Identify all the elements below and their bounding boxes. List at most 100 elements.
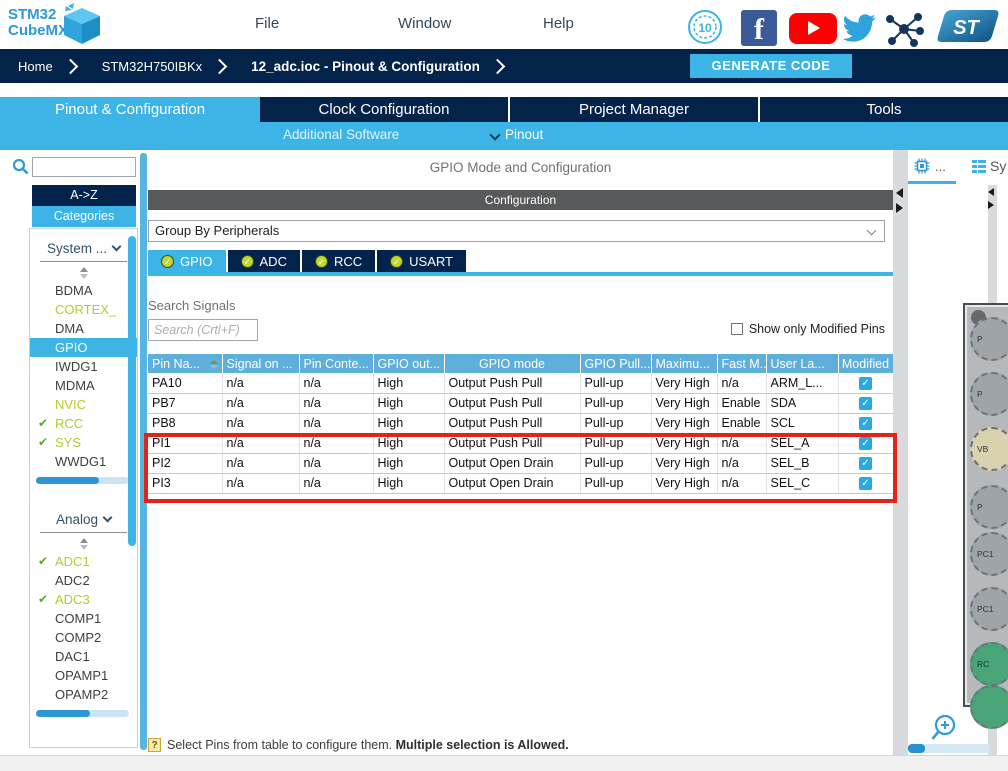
modified-checkbox[interactable] — [859, 437, 872, 450]
group-by-dropdown[interactable]: Group By Peripherals — [148, 220, 885, 242]
chevron-down-icon — [867, 226, 877, 236]
sidebar-item-opamp2[interactable]: OPAMP2 — [30, 685, 137, 704]
sidebar-item-rcc[interactable]: RCC — [30, 414, 137, 433]
mcu-pin[interactable] — [970, 685, 1008, 729]
category-header-system[interactable]: System ... — [30, 241, 137, 256]
col-fast-mode[interactable]: Fast M... — [717, 354, 766, 373]
sidebar-item-cortex[interactable]: CORTEX_ — [30, 300, 137, 319]
table-row-pi1[interactable]: PI1n/a n/aHigh Output Push PullPull-up V… — [148, 433, 893, 453]
col-signal-on-pin[interactable]: Signal on ... — [222, 354, 299, 373]
vertical-scrollbar[interactable] — [140, 153, 147, 750]
modified-checkbox[interactable] — [859, 457, 872, 470]
category-header-analog[interactable]: Analog — [30, 512, 137, 527]
signals-search-input[interactable] — [148, 319, 258, 341]
st-logo-icon[interactable]: ST — [936, 8, 1000, 44]
sort-toggle-icon[interactable] — [30, 265, 137, 281]
horizontal-scrollbar[interactable] — [36, 477, 129, 484]
horizontal-scrollbar[interactable] — [908, 744, 990, 753]
sidebar-item-adc3[interactable]: ADC3 — [30, 590, 137, 609]
vertical-scrollbar[interactable] — [128, 236, 136, 546]
peripheral-tab-gpio[interactable]: GPIO — [148, 250, 226, 272]
table-row-pi2[interactable]: PI2n/a n/aHigh Output Open DrainPull-up … — [148, 453, 893, 473]
sidebar-item-comp2[interactable]: COMP2 — [30, 628, 137, 647]
table-row-pb8[interactable]: PB8n/a n/aHigh Output Push PullPull-up V… — [148, 413, 893, 433]
twitter-icon[interactable] — [838, 10, 880, 46]
menu-help[interactable]: Help — [543, 15, 574, 32]
mcu-package-partial[interactable]: P P VB P PC1 PC1 RC — [963, 303, 1008, 707]
sidebar-item-sys[interactable]: SYS — [30, 433, 137, 452]
col-pin-name[interactable]: Pin Na... — [148, 354, 222, 373]
check-circle-icon — [241, 255, 254, 268]
sidebar-item-iwdg1[interactable]: IWDG1 — [30, 357, 137, 376]
mcu-pin[interactable]: P — [970, 485, 1008, 529]
pinout-view-tab-label: ... — [935, 159, 946, 174]
breadcrumb-project[interactable]: 12_adc.ioc - Pinout & Configuration — [233, 59, 490, 74]
col-gpio-mode[interactable]: GPIO mode — [444, 354, 580, 373]
show-modified-checkbox[interactable] — [731, 323, 743, 335]
col-pin-context[interactable]: Pin Conte... — [299, 354, 373, 373]
sidebar-item-comp1[interactable]: COMP1 — [30, 609, 137, 628]
sidebar-item-opamp1[interactable]: OPAMP1 — [30, 666, 137, 685]
col-gpio-output[interactable]: GPIO out... — [373, 354, 444, 373]
col-user-label[interactable]: User La... — [766, 354, 838, 373]
breadcrumb-mcu[interactable]: STM32H750IBKx — [84, 59, 212, 74]
cube-logo-icon — [58, 2, 104, 46]
mcu-pin[interactable]: PC1 — [970, 587, 1008, 631]
zoom-in-icon[interactable] — [928, 713, 958, 743]
peripheral-tab-adc[interactable]: ADC — [228, 250, 300, 272]
mcu-pin[interactable]: RC — [970, 642, 1008, 686]
collapse-right-icon[interactable] — [896, 203, 903, 213]
sort-toggle-icon[interactable] — [30, 536, 137, 552]
sidebar-item-adc2[interactable]: ADC2 — [30, 571, 137, 590]
sidebar-item-wwdg1[interactable]: WWDG1 — [30, 452, 137, 471]
modified-checkbox[interactable] — [859, 397, 872, 410]
tab-pinout-configuration[interactable]: Pinout & Configuration — [0, 97, 260, 122]
mcu-pin[interactable]: P — [970, 372, 1008, 416]
table-row-pa10[interactable]: PA10n/a n/aHigh Output Push PullPull-up … — [148, 373, 893, 393]
community-network-icon[interactable] — [884, 11, 924, 47]
collapse-left-icon[interactable] — [896, 188, 903, 198]
breadcrumb-home[interactable]: Home — [0, 59, 63, 74]
horizontal-scrollbar[interactable] — [36, 710, 129, 717]
collapse-left-icon[interactable] — [988, 188, 994, 196]
col-gpio-pull[interactable]: GPIO Pull... — [580, 354, 651, 373]
table-row-pb7[interactable]: PB7n/a n/aHigh Output Push PullPull-up V… — [148, 393, 893, 413]
mcu-pin[interactable]: PC1 — [970, 532, 1008, 576]
menu-file[interactable]: File — [255, 15, 279, 32]
panel-splitter[interactable] — [893, 150, 908, 755]
sidebar-item-nvic[interactable]: NVIC — [30, 395, 137, 414]
facebook-icon[interactable]: f — [741, 10, 777, 46]
youtube-icon[interactable] — [789, 13, 837, 44]
pinout-dropdown[interactable]: Pinout — [505, 127, 543, 142]
additional-software-link[interactable]: Additional Software — [283, 127, 399, 142]
sidebar-item-adc1[interactable]: ADC1 — [30, 552, 137, 571]
sidebar-tab-categories[interactable]: Categories — [32, 206, 136, 227]
tab-project-manager[interactable]: Project Manager — [508, 97, 758, 122]
sidebar-tab-az[interactable]: A->Z — [32, 185, 136, 206]
peripheral-tab-usart[interactable]: USART — [377, 250, 466, 272]
mcu-pin[interactable]: P — [970, 317, 1008, 361]
tab-clock-configuration[interactable]: Clock Configuration — [260, 97, 508, 122]
sidebar-item-bdma[interactable]: BDMA — [30, 281, 137, 300]
generate-code-button[interactable]: GENERATE CODE — [690, 54, 852, 78]
sidebar-search-input[interactable] — [32, 157, 136, 177]
peripheral-tab-rcc[interactable]: RCC — [302, 250, 375, 272]
modified-checkbox[interactable] — [859, 377, 872, 390]
system-view-tab[interactable]: Sy — [972, 158, 1006, 174]
col-modified[interactable]: Modified — [838, 354, 893, 373]
table-row-pi3[interactable]: PI3n/a n/aHigh Output Open DrainPull-up … — [148, 473, 893, 493]
tab-tools[interactable]: Tools — [758, 97, 1008, 122]
pinout-view-tab[interactable]: ... — [914, 158, 946, 174]
modified-checkbox[interactable] — [859, 477, 872, 490]
sidebar-item-mdma[interactable]: MDMA — [30, 376, 137, 395]
chevron-down-icon — [489, 129, 500, 140]
scrollbar-thumb[interactable] — [908, 744, 925, 753]
modified-checkbox[interactable] — [859, 417, 872, 430]
collapse-right-icon[interactable] — [988, 201, 994, 209]
sidebar-item-dma[interactable]: DMA — [30, 319, 137, 338]
menu-window[interactable]: Window — [398, 15, 451, 32]
mcu-pin[interactable]: VB — [970, 427, 1008, 471]
col-maximum-speed[interactable]: Maximu... — [651, 354, 717, 373]
sidebar-item-gpio[interactable]: GPIO — [30, 338, 137, 357]
sidebar-item-dac1[interactable]: DAC1 — [30, 647, 137, 666]
